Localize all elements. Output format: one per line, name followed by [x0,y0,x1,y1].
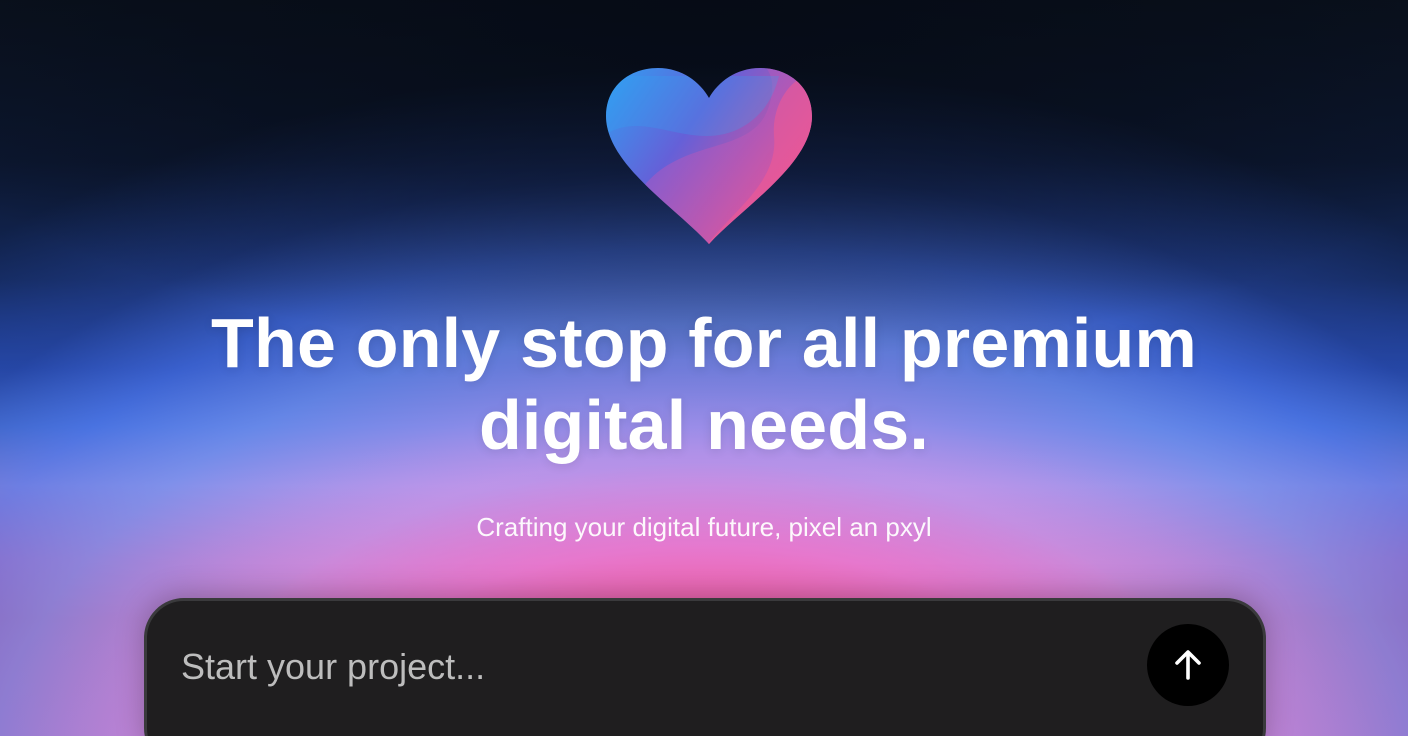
submit-button[interactable] [1147,624,1229,706]
hero-subtitle: Crafting your digital future, pixel an p… [476,512,932,542]
project-prompt-box [144,598,1266,736]
headline-line-1: The only stop for all premium [211,304,1197,382]
heart-icon [604,66,814,246]
project-prompt-input[interactable] [181,639,1081,695]
headline-line-2: digital needs. [478,386,930,464]
arrow-up-icon [1175,650,1201,680]
hero-headline: The only stop for all premium digital ne… [0,302,1408,466]
